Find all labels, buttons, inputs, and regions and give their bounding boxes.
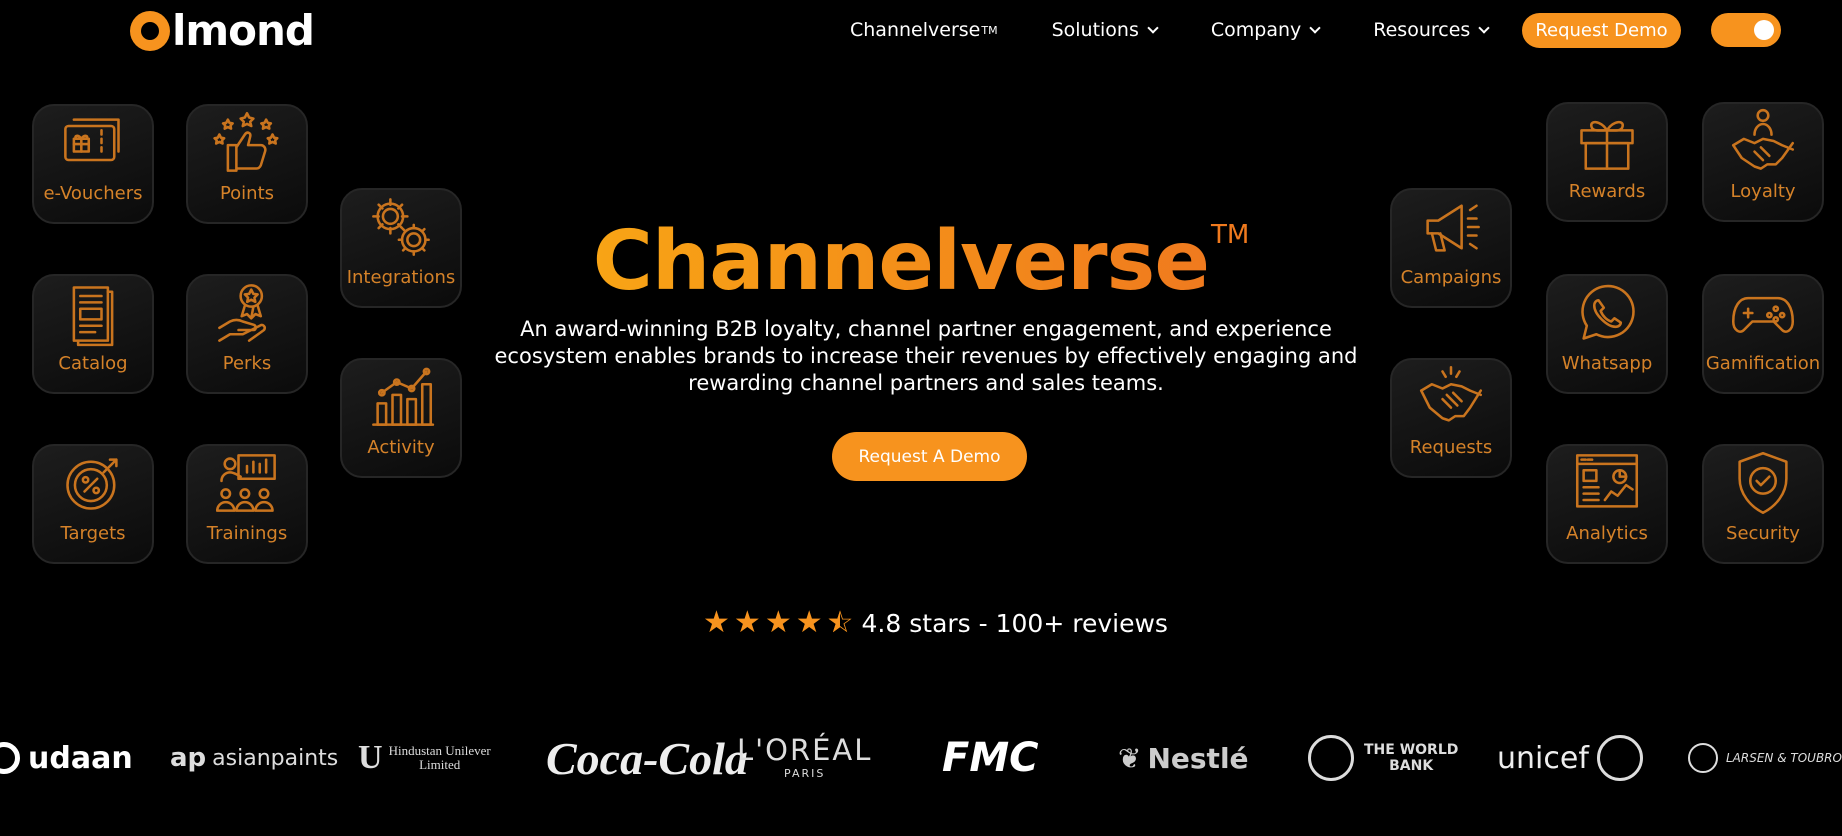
card-analytics[interactable]: Analytics [1546,444,1668,564]
client-logos: udaan ap asianpaints U Hindustan Unilever L… [0,730,1842,786]
request-demo-button[interactable]: Request Demo [1522,12,1681,48]
logo-fmc: FMC [942,735,1039,781]
globe-icon [1308,735,1354,781]
card-label: Analytics [1566,523,1648,544]
nav-solutions[interactable]: Solutions [1051,19,1159,41]
main-nav: Channelverse TM Solutions Company Resourc… [850,12,1781,48]
card-label: Perks [222,353,272,374]
voucher-icon [64,118,120,162]
worldbank-line-2: BANK [1389,758,1434,774]
trademark-mark: TM [981,23,998,37]
rating: ★ ★ ★ ★ ★ 4.8 stars - 100+ reviews [703,605,1168,640]
card-targets[interactable]: Targets [32,444,154,564]
nav-channelverse-label: Channelverse [850,19,981,41]
card-activity[interactable]: Activity [340,358,462,478]
star-icon: ★ [733,605,761,640]
card-label: Requests [1409,437,1493,458]
handshake-icon [1419,365,1483,422]
logo-mark [130,11,170,51]
shield-icon [1738,451,1788,515]
logo-udaan-text: udaan [28,740,133,776]
logo-unicef-text: unicef [1497,740,1589,776]
logo-unicef: unicef [1497,730,1643,786]
udaan-mark [0,742,20,774]
nav-solutions-label: Solutions [1051,19,1139,41]
thumbs-up-stars-icon [213,111,279,172]
nest-icon: ❦ [1118,741,1142,775]
chevron-down-icon [1309,21,1321,34]
logo-loreal: L'ORÉAL PARIS [737,730,872,786]
chevron-down-icon [1478,21,1490,34]
loyalty-handshake-icon [1731,108,1795,170]
card-label: Activity [367,437,435,458]
nav-resources[interactable]: Resources [1373,19,1490,41]
card-label: Trainings [206,523,288,544]
nav-resources-label: Resources [1373,19,1471,41]
card-label: e-Vouchers [43,183,143,204]
half-star-icon: ★ [827,608,854,638]
logo-hul-text: Hindustan Unilever Limited [389,744,491,772]
logo-nestle: ❦ Nestlé [1118,730,1249,786]
bar-chart-icon [372,367,435,426]
nav-company-label: Company [1210,19,1302,41]
logo-lt: LARSEN & TOUBRO [1688,730,1842,786]
card-label: Rewards [1568,181,1646,202]
theme-toggle[interactable] [1710,13,1781,47]
card-label: Targets [60,523,126,544]
logo-udaan: udaan [0,730,133,786]
worldbank-line-1: THE WORLD [1364,742,1459,758]
rating-text: 4.8 stars - 100+ reviews [861,608,1168,638]
card-loyalty[interactable]: Loyalty [1702,102,1824,222]
logo-lt-text: LARSEN & TOUBRO [1726,751,1842,765]
star-icon: ★ [703,605,730,640]
hul-line-1: Hindustan Unilever [388,743,491,758]
almond-logo[interactable]: lmond [130,6,315,55]
card-label: Catalog [58,353,128,374]
logo-hul: U Hindustan Unilever Limited [358,730,491,786]
nav-channelverse[interactable]: Channelverse TM [850,19,998,41]
unicef-emblem-icon [1596,735,1643,781]
logo-nestle-text: Nestlé [1147,741,1249,775]
gift-icon [1580,120,1634,170]
card-security[interactable]: Security [1702,444,1824,564]
logo-worldbank-text: THE WORLD BANK [1364,742,1458,774]
hero-description: An award-winning B2B loyalty, channel pa… [494,317,1358,395]
logo-asianpaints-text: asianpaints [212,745,339,771]
card-label: Gamification [1705,353,1821,374]
request-a-demo-button[interactable]: Request A Demo [832,432,1027,481]
star-icon: ★ [764,605,792,640]
target-icon [66,458,118,510]
star-icon: ★ [795,605,823,640]
logo-text: lmond [172,6,315,55]
lt-emblem-icon [1688,743,1718,773]
logo-asianpaints: ap asianpaints [170,730,338,786]
card-label: Security [1726,523,1800,544]
card-label: Loyalty [1730,181,1796,202]
card-label: Whatsapp [1561,353,1653,374]
hul-line-2: Limited [419,757,461,772]
hul-mark: U [358,739,383,776]
card-label: Points [219,183,275,204]
card-evouchers[interactable]: e-Vouchers [32,104,154,224]
logo-loreal-text: L'ORÉAL [737,733,873,767]
logo-cocacola: Coca-Cola [546,732,748,784]
hero-title-tm: TM [1210,220,1250,250]
logo-loreal-sub: PARIS [784,767,826,780]
card-rewards[interactable]: Rewards [1546,102,1668,222]
asianpaints-mark: ap [170,743,207,773]
card-points[interactable]: Points [186,104,308,224]
training-icon [215,454,276,512]
card-requests[interactable]: Requests [1390,358,1512,478]
logo-worldbank: THE WORLD BANK [1308,730,1458,786]
hero-title-text: Channelverse [592,214,1210,309]
card-trainings[interactable]: Trainings [186,444,308,564]
hero-title: ChannelverseTM [0,214,1842,309]
nav-company[interactable]: Company [1210,19,1321,41]
analytics-dashboard-icon [1575,454,1639,508]
chevron-down-icon [1147,21,1159,34]
